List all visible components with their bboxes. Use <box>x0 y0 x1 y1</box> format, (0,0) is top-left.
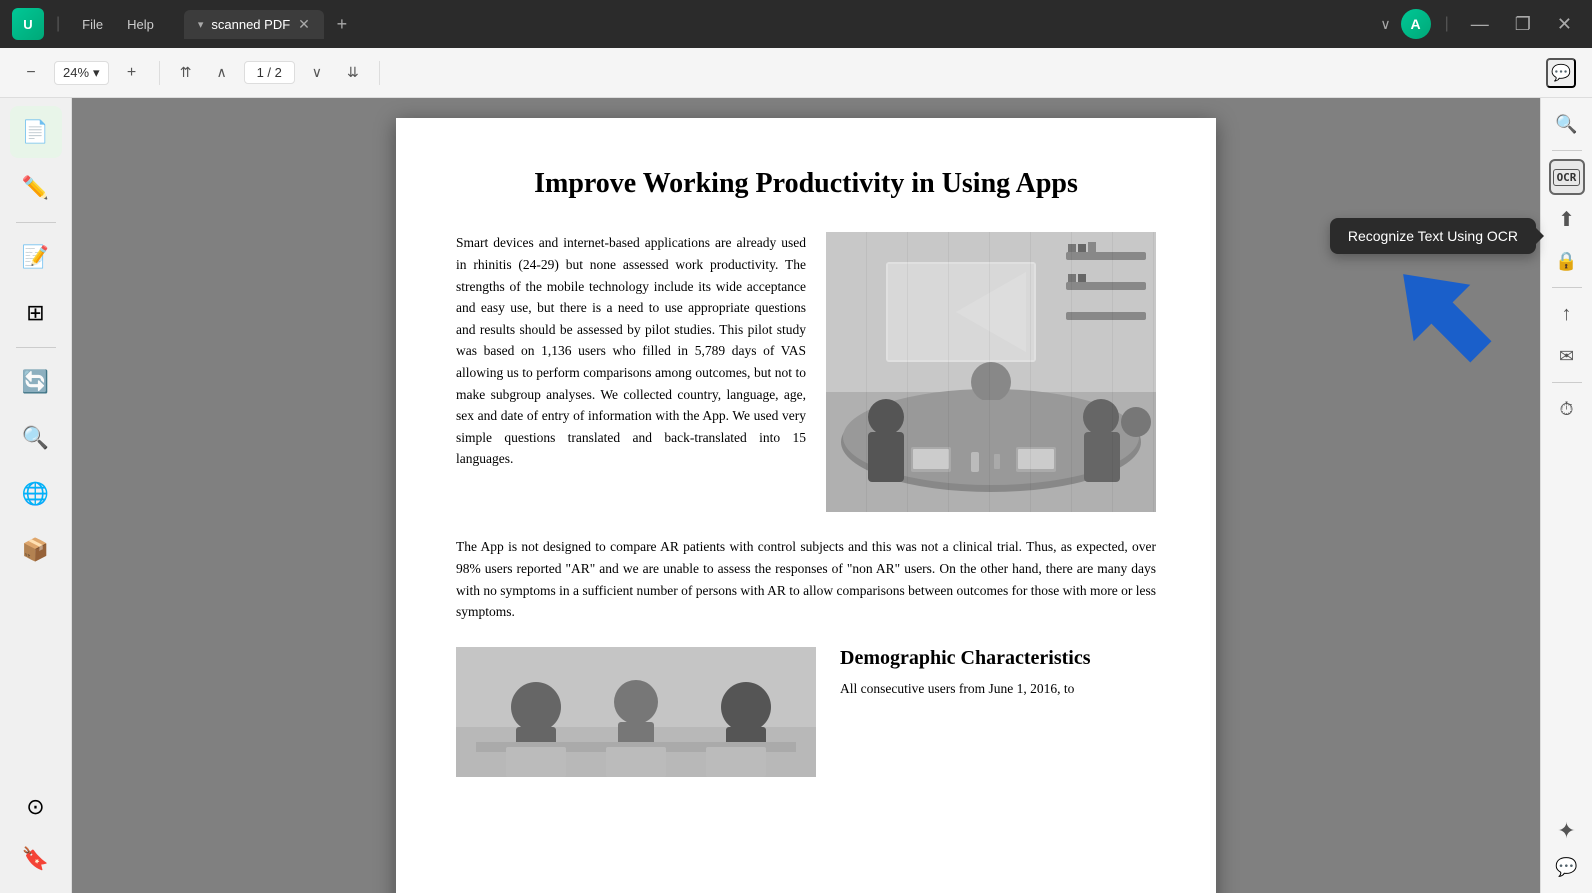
main-area: 📄 ✏️ 📝 ⊞ 🔄 🔍 🌐 📦 ⊙ 🔖 <box>0 98 1592 893</box>
right-divider-1 <box>1552 150 1582 151</box>
pdf-paragraph-3: All consecutive users from June 1, 2016,… <box>840 678 1156 700</box>
zoom-selector[interactable]: 24% ▾ <box>54 61 109 85</box>
meeting-svg <box>826 232 1156 512</box>
tab-name: scanned PDF <box>211 17 290 32</box>
bookmark-icon: 🔖 <box>22 848 49 870</box>
sidebar-item-edit[interactable]: ✏️ <box>10 162 62 214</box>
pdf-page: Improve Working Productivity in Using Ap… <box>396 118 1216 893</box>
lock-icon: 🔒 <box>1555 251 1577 272</box>
pdf-text-col: Smart devices and internet-based applica… <box>456 232 806 512</box>
title-chevron-icon[interactable]: ∨ <box>1380 16 1390 33</box>
pdf-title: Improve Working Productivity in Using Ap… <box>456 166 1156 202</box>
sidebar-item-ocr[interactable]: 🔍 <box>10 412 62 464</box>
menu-file[interactable]: File <box>72 13 113 36</box>
pdf-content-row: Smart devices and internet-based applica… <box>456 232 1156 512</box>
sidebar-item-layers[interactable]: ⊙ <box>10 781 62 833</box>
annotate-icon: 📝 <box>22 246 49 268</box>
email-btn[interactable]: ✉ <box>1549 338 1585 374</box>
title-sep: | <box>56 15 60 33</box>
pdf-section-title: Demographic Characteristics <box>840 647 1156 670</box>
search-btn[interactable]: 🔍 <box>1549 106 1585 142</box>
right-divider-3 <box>1552 382 1582 383</box>
sidebar-divider-1 <box>16 222 56 223</box>
pdf-area[interactable]: Improve Working Productivity in Using Ap… <box>72 98 1540 893</box>
search-icon: 🔍 <box>1555 114 1577 135</box>
nav-first-page-btn[interactable]: ⇈ <box>172 59 200 87</box>
history-icon: ⏱ <box>1559 399 1573 420</box>
sidebar-bottom: ⊙ 🔖 <box>10 781 62 885</box>
ocr-button[interactable]: OCR <box>1549 159 1585 195</box>
new-tab-btn[interactable]: + <box>328 10 356 38</box>
title-bar-right: ∨ A | — ❐ ✕ <box>1380 9 1580 39</box>
right-sidebar: 🔍 OCR ⬆ 🔒 ↑ ✉ ⏱ ✦ <box>1540 98 1592 893</box>
ocr-icon: OCR <box>1553 169 1581 186</box>
sidebar-ocr-icon: 🔍 <box>22 427 49 449</box>
pdf-bottom-text: Demographic Characteristics All consecut… <box>840 647 1156 777</box>
sidebar-item-convert[interactable]: 🔄 <box>10 356 62 408</box>
rainbow-icon: ✦ <box>1557 818 1575 844</box>
share-icon: ↑ <box>1562 303 1572 326</box>
tab-scanned-pdf[interactable]: ▾ scanned PDF ✕ <box>184 10 324 39</box>
compress-icon: 📦 <box>22 539 49 561</box>
chat-icon: 💬 <box>1555 857 1577 878</box>
edit-icon: ✏️ <box>22 177 49 199</box>
history-btn[interactable]: ⏱ <box>1549 391 1585 427</box>
right-sidebar-bottom: ✦ 💬 <box>1549 813 1585 885</box>
nav-prev-page-btn[interactable]: ∧ <box>208 59 236 87</box>
export-icon: ⬆ <box>1558 207 1575 232</box>
chat-btn[interactable]: 💬 <box>1549 849 1585 885</box>
zoom-out-btn[interactable]: − <box>16 58 46 88</box>
zoom-dropdown-icon: ▾ <box>93 65 100 81</box>
page-indicator: 1 / 2 <box>244 61 295 84</box>
avatar[interactable]: A <box>1401 9 1431 39</box>
read-icon: 📄 <box>22 121 49 143</box>
layers-icon: ⊙ <box>26 796 44 818</box>
pdf-bottom-image <box>456 647 816 777</box>
sidebar-item-read[interactable]: 📄 <box>10 106 62 158</box>
sidebar-item-compress[interactable]: 📦 <box>10 524 62 576</box>
maximize-btn[interactable]: ❐ <box>1507 12 1539 37</box>
sidebar-item-organize[interactable]: ⊞ <box>10 287 62 339</box>
tab-dropdown-icon[interactable]: ▾ <box>198 18 204 31</box>
tab-bar: ▾ scanned PDF ✕ + <box>184 10 1373 39</box>
zoom-in-btn[interactable]: + <box>117 58 147 88</box>
sidebar-item-bookmark[interactable]: 🔖 <box>10 833 62 885</box>
menu-bar: File Help <box>72 13 164 36</box>
sidebar-divider-2 <box>16 347 56 348</box>
export-btn[interactable]: ⬆ <box>1549 201 1585 237</box>
convert-icon: 🔄 <box>22 371 49 393</box>
organize-icon: ⊞ <box>26 302 44 324</box>
email-icon: ✉ <box>1559 346 1574 367</box>
right-divider-2 <box>1552 287 1582 288</box>
nav-next-page-btn[interactable]: ∨ <box>303 59 331 87</box>
left-sidebar: 📄 ✏️ 📝 ⊞ 🔄 🔍 🌐 📦 ⊙ 🔖 <box>0 98 72 893</box>
pdf-bottom-row: Demographic Characteristics All consecut… <box>456 647 1156 777</box>
pdf-paragraph-2: The App is not designed to compare AR pa… <box>456 536 1156 622</box>
meeting-image-bg <box>826 232 1156 512</box>
translate-icon: 🌐 <box>22 483 49 505</box>
sidebar-item-translate[interactable]: 🌐 <box>10 468 62 520</box>
title-bar: U | File Help ▾ scanned PDF ✕ + ∨ A | — … <box>0 0 1592 48</box>
pdf-paragraph-1: Smart devices and internet-based applica… <box>456 232 806 470</box>
pdf-meeting-image <box>826 232 1156 512</box>
bottom-image-svg <box>456 647 816 777</box>
logo-box: U <box>12 8 44 40</box>
tab-close-btn[interactable]: ✕ <box>298 16 310 33</box>
comment-btn[interactable]: 💬 <box>1546 58 1576 88</box>
app-logo: U <box>12 8 44 40</box>
lock-btn[interactable]: 🔒 <box>1549 243 1585 279</box>
toolbar-divider-2 <box>379 61 380 85</box>
minimize-btn[interactable]: — <box>1463 12 1497 37</box>
ai-btn[interactable]: ✦ <box>1549 813 1585 849</box>
toolbar-right: 💬 <box>1546 58 1576 88</box>
close-btn[interactable]: ✕ <box>1549 12 1580 37</box>
menu-help[interactable]: Help <box>117 13 164 36</box>
nav-last-page-btn[interactable]: ⇊ <box>339 59 367 87</box>
sidebar-item-annotate[interactable]: 📝 <box>10 231 62 283</box>
ocr-tooltip: Recognize Text Using OCR <box>1330 218 1536 254</box>
toolbar: − 24% ▾ + ⇈ ∧ 1 / 2 ∨ ⇊ 💬 <box>0 48 1592 98</box>
toolbar-divider-1 <box>159 61 160 85</box>
share-btn[interactable]: ↑ <box>1549 296 1585 332</box>
